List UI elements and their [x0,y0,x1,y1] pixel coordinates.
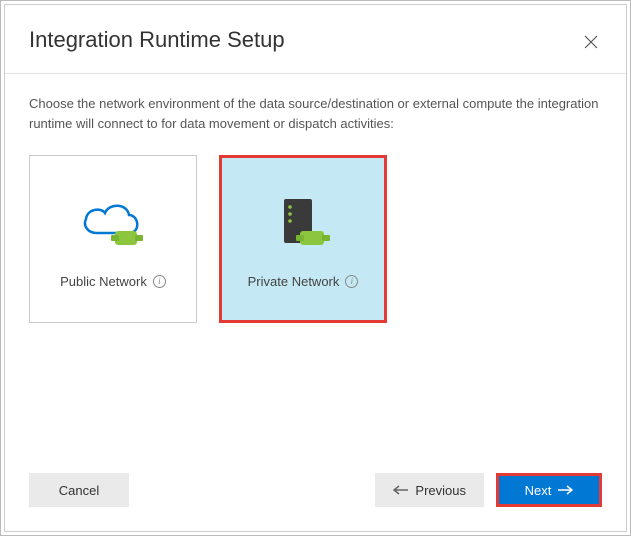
private-network-label: Private Network [248,274,340,289]
dialog-content: Choose the network environment of the da… [5,74,626,473]
server-icon [268,190,338,260]
arrow-left-icon [393,482,409,498]
public-label-row: Public Network i [60,274,166,289]
network-options: Public Network i [29,155,602,323]
dialog-header: Integration Runtime Setup [5,5,626,74]
dialog-frame: Integration Runtime Setup Choose the net… [0,0,631,536]
dialog-footer: Cancel Previous Next [5,473,626,531]
info-icon[interactable]: i [345,275,358,288]
cancel-label: Cancel [59,483,99,498]
dialog-title: Integration Runtime Setup [29,27,285,53]
info-icon[interactable]: i [153,275,166,288]
arrow-right-icon [557,482,573,498]
description-text: Choose the network environment of the da… [29,94,602,133]
next-label: Next [525,483,552,498]
cancel-button[interactable]: Cancel [29,473,129,507]
previous-button[interactable]: Previous [375,473,484,507]
private-network-card[interactable]: Private Network i [219,155,387,323]
cloud-icon [73,190,153,260]
next-button[interactable]: Next [496,473,602,507]
public-network-label: Public Network [60,274,147,289]
previous-label: Previous [415,483,466,498]
public-network-card[interactable]: Public Network i [29,155,197,323]
close-icon[interactable] [580,31,602,57]
private-label-row: Private Network i [248,274,359,289]
dialog-inner: Integration Runtime Setup Choose the net… [4,4,627,532]
